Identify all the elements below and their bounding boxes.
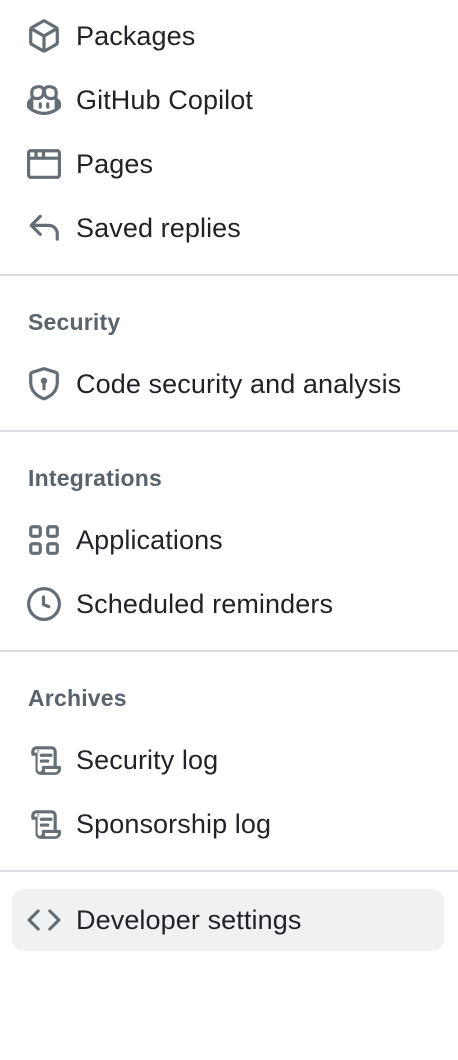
nav-item-code-security[interactable]: Code security and analysis	[12, 353, 444, 415]
nav-item-packages[interactable]: Packages	[12, 5, 444, 67]
nav-item-label: Pages	[76, 148, 154, 179]
nav-item-github-copilot[interactable]: GitHub Copilot	[12, 69, 444, 131]
nav-item-security-log[interactable]: Security log	[12, 729, 444, 791]
browser-icon	[26, 146, 62, 182]
nav-item-label: Applications	[76, 524, 223, 555]
section-divider	[0, 650, 458, 652]
shield-lock-icon	[26, 366, 62, 402]
nav-item-label: Developer settings	[76, 904, 302, 935]
section-divider	[0, 274, 458, 276]
nav-item-label: Code security and analysis	[76, 368, 402, 399]
nav-item-pages[interactable]: Pages	[12, 133, 444, 195]
nav-item-label: Saved replies	[76, 212, 241, 243]
nav-item-label: Security log	[76, 744, 219, 775]
nav-item-developer-settings[interactable]: Developer settings	[12, 889, 444, 951]
nav-item-saved-replies[interactable]: Saved replies	[12, 197, 444, 259]
nav-item-label: GitHub Copilot	[76, 84, 253, 115]
nav-item-label: Packages	[76, 20, 196, 51]
apps-icon	[26, 522, 62, 558]
log-icon	[26, 742, 62, 778]
log-icon	[26, 806, 62, 842]
code-icon	[26, 902, 62, 938]
section-divider	[0, 870, 458, 872]
section-heading-security: Security	[28, 309, 121, 335]
nav-item-sponsorship-log[interactable]: Sponsorship log	[12, 793, 444, 855]
section-divider	[0, 430, 458, 432]
nav-item-label: Sponsorship log	[76, 808, 272, 839]
clock-icon	[26, 586, 62, 622]
section-heading-archives: Archives	[28, 685, 127, 711]
reply-icon	[26, 210, 62, 246]
nav-item-scheduled-reminders[interactable]: Scheduled reminders	[12, 573, 444, 635]
copilot-icon	[26, 82, 62, 118]
nav-item-label: Scheduled reminders	[76, 588, 334, 619]
package-icon	[26, 18, 62, 54]
section-heading-integrations: Integrations	[28, 465, 163, 491]
nav-item-applications[interactable]: Applications	[12, 509, 444, 571]
